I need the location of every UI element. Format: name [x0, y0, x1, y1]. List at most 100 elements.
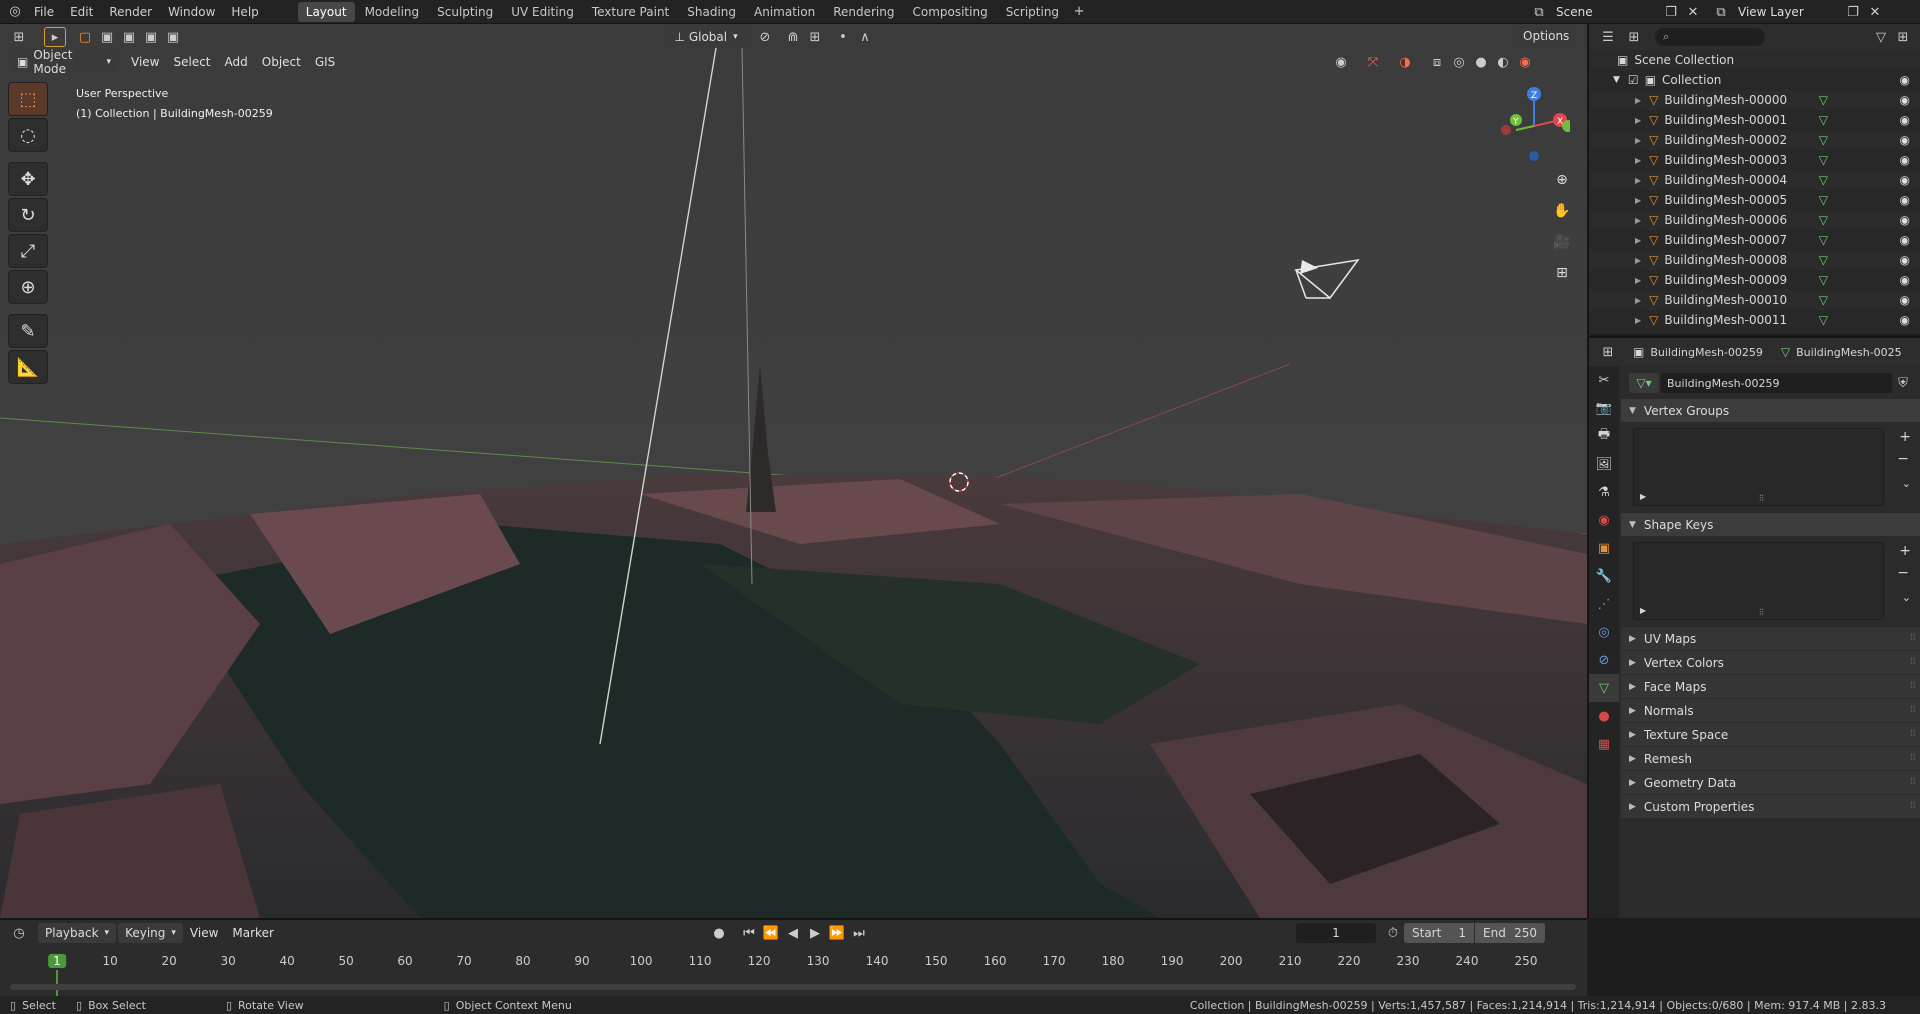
proportional-edit-icon[interactable]: •: [832, 27, 854, 47]
mesh-browse-button[interactable]: ▽▾: [1629, 373, 1659, 393]
tab-rendering[interactable]: Rendering: [825, 2, 902, 22]
neg-z-axis-handle[interactable]: [1529, 151, 1539, 161]
select-mode-icon[interactable]: ▸: [44, 27, 66, 47]
outliner-item[interactable]: ▶ ▽ BuildingMesh-00008 ▽ ◉: [1589, 250, 1920, 270]
timeline-scrollbar[interactable]: [10, 984, 1576, 990]
physics-tab-icon[interactable]: ◎: [1589, 618, 1619, 646]
panel-header[interactable]: ▶ Remesh ⠿: [1621, 746, 1920, 770]
tab-uv-editing[interactable]: UV Editing: [503, 2, 582, 22]
menu-gis[interactable]: GIS: [308, 55, 342, 69]
move-tool[interactable]: ✥: [8, 162, 48, 196]
eye-icon[interactable]: ◉: [1900, 73, 1910, 87]
outliner-editor-icon[interactable]: ☰: [1597, 27, 1619, 47]
texture-tab-icon[interactable]: ▦: [1589, 730, 1619, 758]
select-invert-icon[interactable]: ▣: [140, 27, 162, 47]
expand-arrow-icon[interactable]: ▶: [1635, 96, 1641, 105]
outliner-item[interactable]: ▶ ▽ BuildingMesh-00002 ▽ ◉: [1589, 130, 1920, 150]
drag-handle-icon[interactable]: ⠿: [1909, 706, 1916, 716]
panel-header[interactable]: ▶ Face Maps ⠿: [1621, 674, 1920, 698]
panel-header[interactable]: ▶ Custom Properties ⠿: [1621, 794, 1920, 818]
outliner-item[interactable]: ▶ ▽ BuildingMesh-00000 ▽ ◉: [1589, 90, 1920, 110]
eye-icon[interactable]: ◉: [1900, 93, 1910, 107]
shading-material-icon[interactable]: ◐: [1492, 52, 1514, 72]
expand-arrow-icon[interactable]: ▶: [1635, 156, 1641, 165]
vertex-groups-list[interactable]: ▶ ⠿ + − ⌄: [1633, 428, 1911, 506]
menu-select[interactable]: Select: [166, 55, 217, 69]
display-mode-icon[interactable]: ⊞: [1623, 27, 1645, 47]
tab-shading[interactable]: Shading: [679, 2, 744, 22]
delete-scene-icon[interactable]: ✕: [1682, 2, 1704, 22]
scene-icon[interactable]: ⧉: [1528, 2, 1550, 22]
drag-handle-icon[interactable]: ⠿: [1909, 682, 1916, 692]
navigation-gizmo[interactable]: Z X Y: [1490, 80, 1570, 170]
panel-header[interactable]: ▶ Vertex Colors ⠿: [1621, 650, 1920, 674]
eye-icon[interactable]: ◉: [1900, 253, 1910, 267]
outliner-search-input[interactable]: ⌕: [1655, 28, 1765, 46]
outliner-item[interactable]: ▶ ▽ BuildingMesh-00006 ▽ ◉: [1589, 210, 1920, 230]
mesh-data-icon[interactable]: ▽: [1819, 293, 1828, 307]
outliner-item[interactable]: ▶ ▽ BuildingMesh-00001 ▽ ◉: [1589, 110, 1920, 130]
world-tab-icon[interactable]: ◉: [1589, 506, 1619, 534]
drag-handle-icon[interactable]: ⠿: [1909, 778, 1916, 788]
expand-arrow-icon[interactable]: ▶: [1635, 196, 1641, 205]
panel-header[interactable]: ▶ Geometry Data ⠿: [1621, 770, 1920, 794]
chevron-down-icon[interactable]: ⌄: [1902, 477, 1911, 490]
menu-object[interactable]: Object: [255, 55, 308, 69]
mesh-data-tab-icon[interactable]: ▽: [1589, 674, 1619, 702]
eye-icon[interactable]: ◉: [1900, 153, 1910, 167]
tab-sculpting[interactable]: Sculpting: [429, 2, 501, 22]
tab-modeling[interactable]: Modeling: [357, 2, 428, 22]
drag-handle-icon[interactable]: ⠿: [1909, 634, 1916, 644]
drag-handle-icon[interactable]: ⠿: [1909, 730, 1916, 740]
panel-header[interactable]: ▼ Shape Keys: [1621, 512, 1920, 536]
expand-arrow-icon[interactable]: ▼: [1613, 75, 1620, 85]
options-dropdown[interactable]: Options: [1516, 26, 1577, 46]
resize-grip-icon[interactable]: ⠿: [1759, 608, 1765, 617]
outliner-item[interactable]: ▶ ▽ BuildingMesh-00009 ▽ ◉: [1589, 270, 1920, 290]
remove-icon[interactable]: −: [1897, 565, 1909, 581]
particles-tab-icon[interactable]: ⋰: [1589, 590, 1619, 618]
scene-tab-icon[interactable]: ⚗: [1589, 478, 1619, 506]
resize-grip-icon[interactable]: ⠿: [1759, 494, 1765, 503]
panel-header[interactable]: ▶ UV Maps ⠿: [1621, 626, 1920, 650]
select-new-icon[interactable]: ▢: [74, 27, 96, 47]
eye-icon[interactable]: ◉: [1900, 193, 1910, 207]
select-subtract-icon[interactable]: ▣: [118, 27, 140, 47]
eye-icon[interactable]: ◉: [1900, 113, 1910, 127]
add-workspace-icon[interactable]: +: [1068, 2, 1090, 22]
scene-collection-row[interactable]: ▣ Scene Collection: [1589, 50, 1920, 70]
object-mode-dropdown[interactable]: ▣ Object Mode ▾: [10, 48, 118, 76]
cursor-tool[interactable]: ◌: [8, 118, 48, 152]
mesh-data-icon[interactable]: ▽: [1819, 273, 1828, 287]
mesh-data-icon[interactable]: ▽: [1819, 213, 1828, 227]
eye-icon[interactable]: ◉: [1900, 213, 1910, 227]
menu-add[interactable]: Add: [218, 55, 255, 69]
outliner-item[interactable]: ▶ ▽ BuildingMesh-00004 ▽ ◉: [1589, 170, 1920, 190]
tool-tab-icon[interactable]: ✂: [1589, 366, 1619, 394]
shading-solid-icon[interactable]: ●: [1470, 52, 1492, 72]
view-layer-icon[interactable]: ⧉: [1710, 2, 1732, 22]
pan-hand-icon[interactable]: ✋: [1550, 199, 1574, 223]
shading-wireframe-icon[interactable]: ◎: [1448, 52, 1470, 72]
eye-icon[interactable]: ◉: [1900, 313, 1910, 327]
view-layer-field[interactable]: View Layer: [1732, 5, 1842, 19]
expand-arrow-icon[interactable]: ▶: [1640, 492, 1646, 501]
3d-viewport[interactable]: [0, 24, 1587, 918]
menu-view[interactable]: View: [124, 55, 166, 69]
outliner-item[interactable]: ▶ ▽ BuildingMesh-00005 ▽ ◉: [1589, 190, 1920, 210]
neg-x-axis-handle[interactable]: [1501, 125, 1511, 135]
add-icon[interactable]: +: [1899, 543, 1911, 559]
collection-row[interactable]: ▼ ☑ ▣ Collection ◉: [1589, 70, 1920, 90]
eye-icon[interactable]: ◉: [1900, 233, 1910, 247]
remove-icon[interactable]: −: [1897, 451, 1909, 467]
pivot-icon[interactable]: ⊘: [754, 27, 776, 47]
zoom-icon[interactable]: ⊕: [1550, 168, 1574, 192]
new-scene-icon[interactable]: ❐: [1660, 2, 1682, 22]
select-intersect-icon[interactable]: ▣: [162, 27, 184, 47]
drag-handle-icon[interactable]: ⠿: [1909, 754, 1916, 764]
measure-tool[interactable]: 📐: [8, 350, 48, 384]
ortho-grid-icon[interactable]: ⊞: [1550, 261, 1574, 285]
menu-render[interactable]: Render: [101, 5, 160, 19]
select-box-tool[interactable]: ⬚: [8, 82, 48, 116]
snap-target-icon[interactable]: ⊞: [804, 27, 826, 47]
